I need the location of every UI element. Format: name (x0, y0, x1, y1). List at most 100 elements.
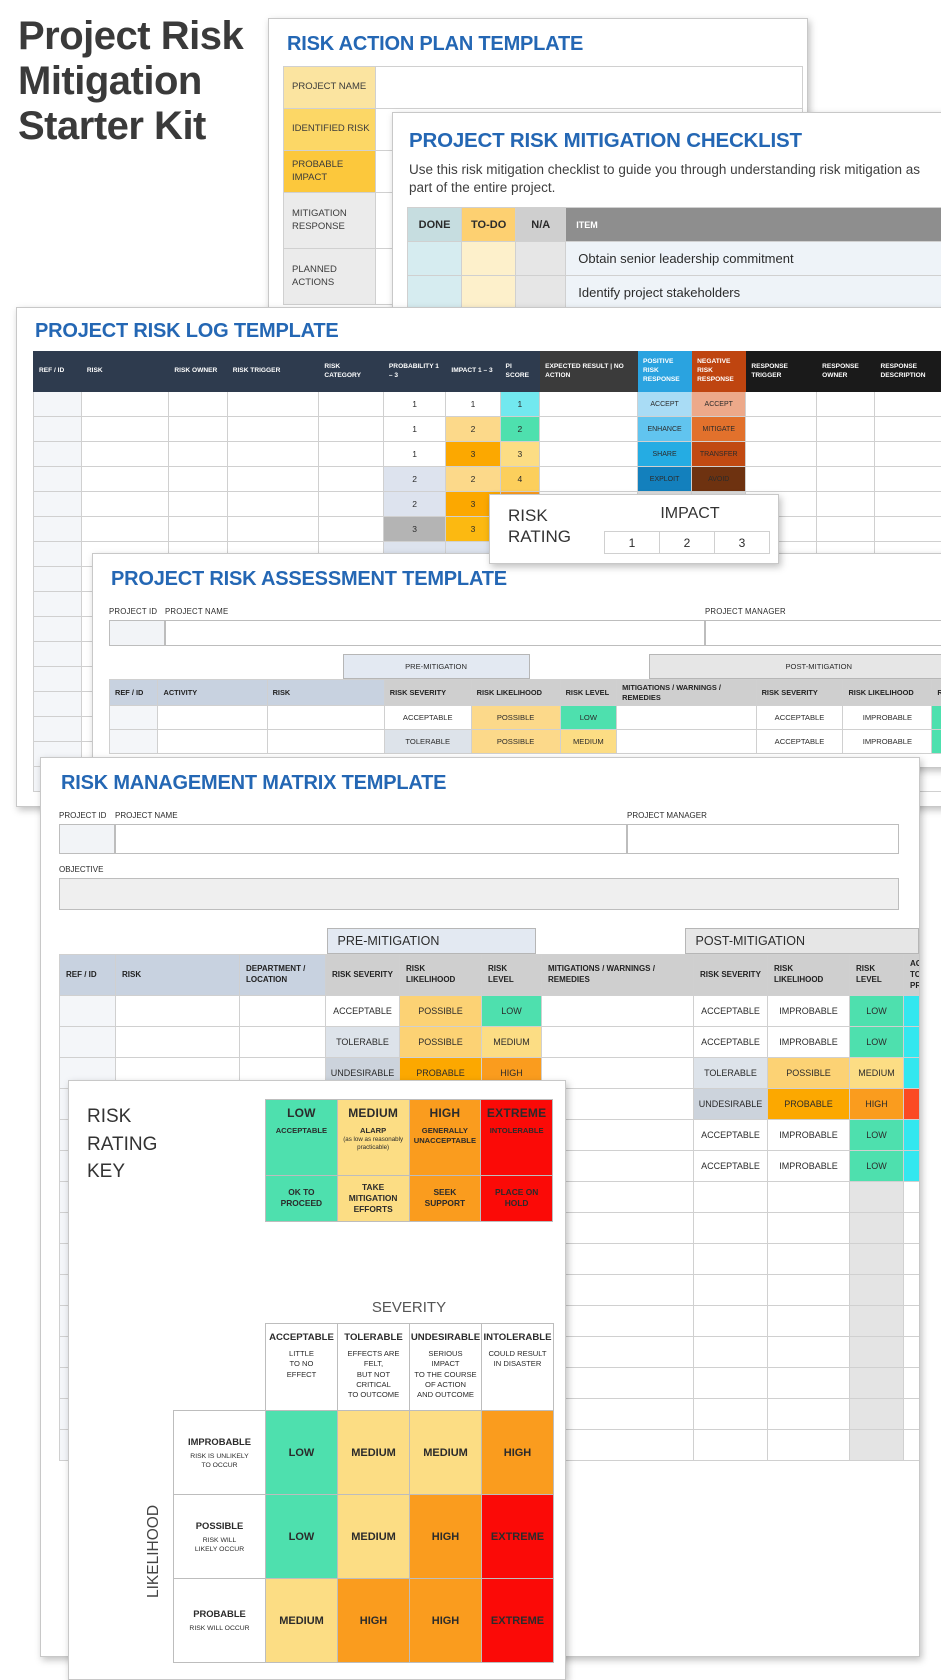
risk-log-input-cell[interactable] (227, 517, 319, 542)
risk-log-input-cell[interactable] (169, 442, 227, 467)
risk-log-input-cell[interactable] (227, 492, 319, 517)
matrix-input-cell[interactable] (768, 1399, 850, 1430)
risk-log-input-cell[interactable] (817, 517, 875, 542)
matrix-input-cell[interactable] (904, 1182, 921, 1213)
assessment-ref-cell[interactable] (110, 730, 158, 754)
matrix-input-cell[interactable] (240, 996, 326, 1027)
risk-log-input-cell[interactable] (34, 667, 82, 692)
matrix-input-cell[interactable] (116, 1027, 240, 1058)
risk-log-input-cell[interactable] (169, 492, 227, 517)
risk-log-input-cell[interactable] (169, 392, 227, 417)
matrix-input-cell[interactable] (768, 1244, 850, 1275)
matrix-ref-cell[interactable] (60, 1027, 116, 1058)
matrix-input-cell[interactable] (768, 1430, 850, 1461)
assessment-mitigations-cell[interactable] (617, 706, 756, 730)
checklist-check-cell[interactable] (462, 276, 516, 310)
risk-log-input-cell[interactable] (875, 467, 941, 492)
risk-log-ref-cell[interactable] (34, 542, 82, 567)
risk-log-input-cell[interactable] (817, 392, 875, 417)
risk-log-ref-cell[interactable] (34, 517, 82, 542)
risk-log-input-cell[interactable] (169, 517, 227, 542)
risk-log-input-cell[interactable] (34, 717, 82, 742)
matrix-input-cell[interactable] (768, 1306, 850, 1337)
matrix-input-cell[interactable] (904, 1244, 921, 1275)
matrix-input-cell[interactable] (116, 996, 240, 1027)
matrix-input-cell[interactable] (904, 1430, 921, 1461)
risk-log-input-cell[interactable] (81, 417, 168, 442)
matrix-input-cell[interactable] (904, 1275, 921, 1306)
risk-log-input-cell[interactable] (319, 467, 384, 492)
matrix-input-cell[interactable] (850, 1430, 904, 1461)
assessment-mitigations-cell[interactable] (617, 730, 756, 754)
risk-log-input-cell[interactable] (875, 392, 941, 417)
risk-log-input-cell[interactable] (319, 417, 384, 442)
risk-log-expected-cell[interactable] (540, 442, 638, 467)
matrix-input-cell[interactable] (904, 1368, 921, 1399)
risk-log-input-cell[interactable] (319, 492, 384, 517)
matrix-input-cell[interactable] (850, 1306, 904, 1337)
risk-log-input-cell[interactable] (319, 442, 384, 467)
assessment-input-cell[interactable] (158, 730, 267, 754)
risk-log-input-cell[interactable] (169, 417, 227, 442)
matrix-objective-input[interactable] (59, 878, 899, 910)
matrix-mitigations-cell[interactable] (542, 1027, 694, 1058)
assessment-project-name-input[interactable] (165, 620, 705, 646)
risk-log-input-cell[interactable] (817, 442, 875, 467)
matrix-input-cell[interactable] (850, 1244, 904, 1275)
risk-log-input-cell[interactable] (817, 467, 875, 492)
risk-log-input-cell[interactable] (34, 617, 82, 642)
matrix-input-cell[interactable] (240, 1027, 326, 1058)
risk-log-ref-cell[interactable] (34, 417, 82, 442)
risk-log-expected-cell[interactable] (540, 467, 638, 492)
risk-log-input-cell[interactable] (81, 492, 168, 517)
risk-log-input-cell[interactable] (746, 392, 817, 417)
checklist-check-cell[interactable] (408, 242, 462, 276)
matrix-input-cell[interactable] (694, 1430, 768, 1461)
risk-log-input-cell[interactable] (875, 492, 941, 517)
risk-log-input-cell[interactable] (34, 692, 82, 717)
risk-log-input-cell[interactable] (746, 442, 817, 467)
risk-log-input-cell[interactable] (319, 517, 384, 542)
risk-log-input-cell[interactable] (227, 392, 319, 417)
risk-log-ref-cell[interactable] (34, 442, 82, 467)
matrix-input-cell[interactable] (694, 1337, 768, 1368)
assessment-input-cell[interactable] (267, 706, 384, 730)
risk-log-ref-cell[interactable] (34, 392, 82, 417)
risk-log-input-cell[interactable] (875, 442, 941, 467)
matrix-input-cell[interactable] (694, 1182, 768, 1213)
matrix-input-cell[interactable] (904, 1399, 921, 1430)
risk-log-expected-cell[interactable] (540, 392, 638, 417)
assessment-project-id-input[interactable] (109, 620, 165, 646)
matrix-input-cell[interactable] (694, 1399, 768, 1430)
risk-log-input-cell[interactable] (81, 392, 168, 417)
matrix-project-name-input[interactable] (115, 824, 627, 854)
risk-log-input-cell[interactable] (81, 517, 168, 542)
matrix-input-cell[interactable] (768, 1182, 850, 1213)
matrix-input-cell[interactable] (850, 1213, 904, 1244)
matrix-input-cell[interactable] (850, 1399, 904, 1430)
assessment-input-cell[interactable] (267, 730, 384, 754)
matrix-project-manager-input[interactable] (627, 824, 899, 854)
matrix-input-cell[interactable] (850, 1337, 904, 1368)
risk-log-input-cell[interactable] (169, 467, 227, 492)
matrix-mitigations-cell[interactable] (542, 996, 694, 1027)
assessment-ref-cell[interactable] (110, 706, 158, 730)
matrix-ref-cell[interactable] (60, 996, 116, 1027)
risk-log-ref-cell[interactable] (34, 492, 82, 517)
matrix-input-cell[interactable] (850, 1182, 904, 1213)
matrix-project-id-input[interactable] (59, 824, 115, 854)
checklist-check-cell[interactable] (408, 276, 462, 310)
risk-log-expected-cell[interactable] (540, 417, 638, 442)
risk-log-ref-cell[interactable] (34, 467, 82, 492)
checklist-check-cell[interactable] (462, 242, 516, 276)
matrix-input-cell[interactable] (694, 1244, 768, 1275)
risk-log-input-cell[interactable] (34, 642, 82, 667)
risk-log-input-cell[interactable] (227, 467, 319, 492)
risk-log-input-cell[interactable] (227, 442, 319, 467)
matrix-input-cell[interactable] (904, 1306, 921, 1337)
matrix-input-cell[interactable] (768, 1337, 850, 1368)
risk-log-input-cell[interactable] (817, 417, 875, 442)
assessment-project-manager-input[interactable] (705, 620, 941, 646)
matrix-input-cell[interactable] (694, 1275, 768, 1306)
risk-log-input-cell[interactable] (34, 567, 82, 592)
